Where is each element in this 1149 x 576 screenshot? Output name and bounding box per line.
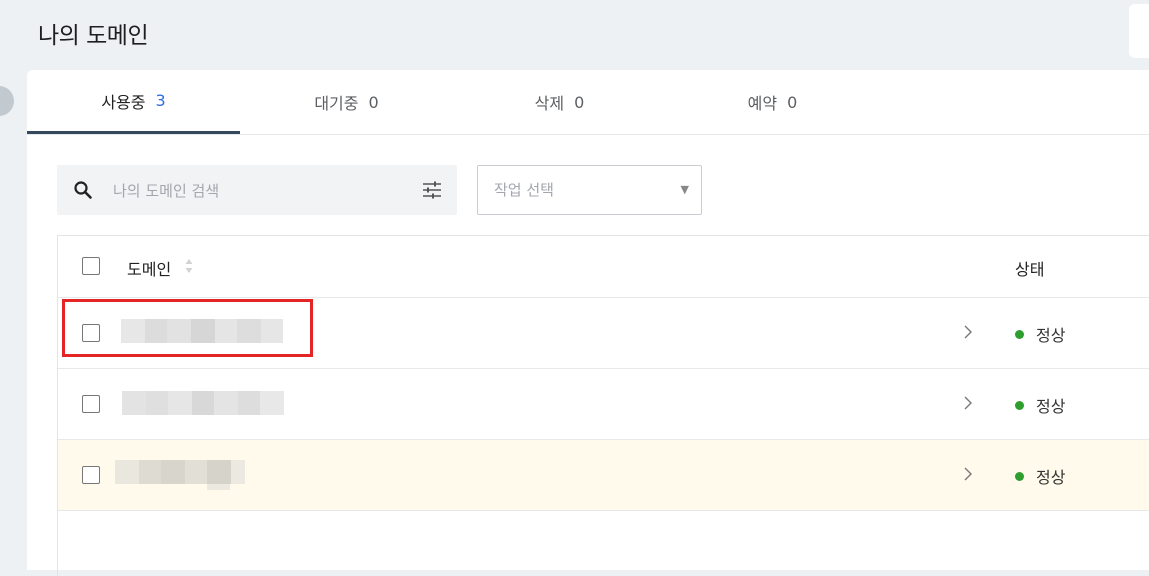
tab-pending[interactable]: 대기중 0 [240, 70, 453, 134]
action-select-value: 작업 선택 [494, 181, 554, 199]
domain-search-box [57, 165, 457, 215]
search-icon [74, 181, 92, 199]
status-badge: 정상 [1015, 464, 1065, 488]
filter-icon[interactable] [422, 181, 442, 199]
chevron-right-icon[interactable] [963, 324, 973, 340]
chevron-right-icon[interactable] [963, 466, 973, 482]
status-dot [1015, 329, 1024, 339]
tab-bar: 사용중 3 대기중 0 삭제 0 예약 0 [27, 70, 1149, 135]
tab-count: 0 [787, 92, 798, 112]
row-checkbox[interactable] [82, 324, 100, 342]
status-badge: 정상 [1015, 322, 1065, 346]
row-checkbox[interactable] [82, 466, 100, 484]
table-row[interactable]: 정상 [58, 440, 1149, 511]
blurred-domain-fragment [207, 484, 230, 490]
status-text: 정상 [1036, 326, 1066, 345]
page-title: 나의 도메인 [38, 23, 149, 49]
chevron-down-icon: ▼ [680, 183, 689, 196]
tab-in-use[interactable]: 사용중 3 [27, 70, 240, 134]
select-all-checkbox[interactable] [82, 257, 100, 275]
tab-count: 0 [574, 92, 585, 112]
status-text: 정상 [1036, 397, 1066, 416]
top-right-panel [1129, 4, 1149, 58]
tab-deleted[interactable]: 삭제 0 [453, 70, 666, 134]
tab-reserved[interactable]: 예약 0 [666, 70, 879, 134]
status-dot [1015, 400, 1024, 410]
blurred-domain-name [121, 319, 283, 343]
action-select[interactable]: 작업 선택 ▼ [477, 165, 702, 215]
tab-count: 3 [155, 91, 166, 110]
status-dot [1015, 471, 1024, 481]
status-badge: 정상 [1015, 393, 1065, 417]
tab-label: 예약 [747, 94, 778, 113]
blurred-domain-name [115, 460, 245, 484]
tab-label: 사용중 [101, 92, 146, 112]
sidebar-toggle-handle[interactable] [0, 86, 14, 116]
status-text: 정상 [1036, 468, 1066, 487]
status-column-header: 상태 [1015, 260, 1045, 279]
table-row[interactable]: 정상 [58, 369, 1149, 440]
table-row[interactable]: 정상 [58, 298, 1149, 369]
row-checkbox[interactable] [82, 395, 100, 413]
domain-table: 도메인 상태 정상 정상 정상 [57, 235, 1149, 576]
blurred-domain-name [122, 391, 284, 415]
tab-count: 0 [368, 92, 379, 112]
sort-icon[interactable] [185, 258, 193, 274]
tab-label: 대기중 [314, 94, 359, 113]
domain-panel: 사용중 3 대기중 0 삭제 0 예약 0 작업 [27, 70, 1149, 576]
domain-column-header: 도메인 [127, 260, 172, 279]
tab-label: 삭제 [534, 94, 565, 113]
table-header: 도메인 상태 [58, 236, 1149, 298]
search-input[interactable] [111, 175, 415, 207]
chevron-right-icon[interactable] [963, 395, 973, 411]
